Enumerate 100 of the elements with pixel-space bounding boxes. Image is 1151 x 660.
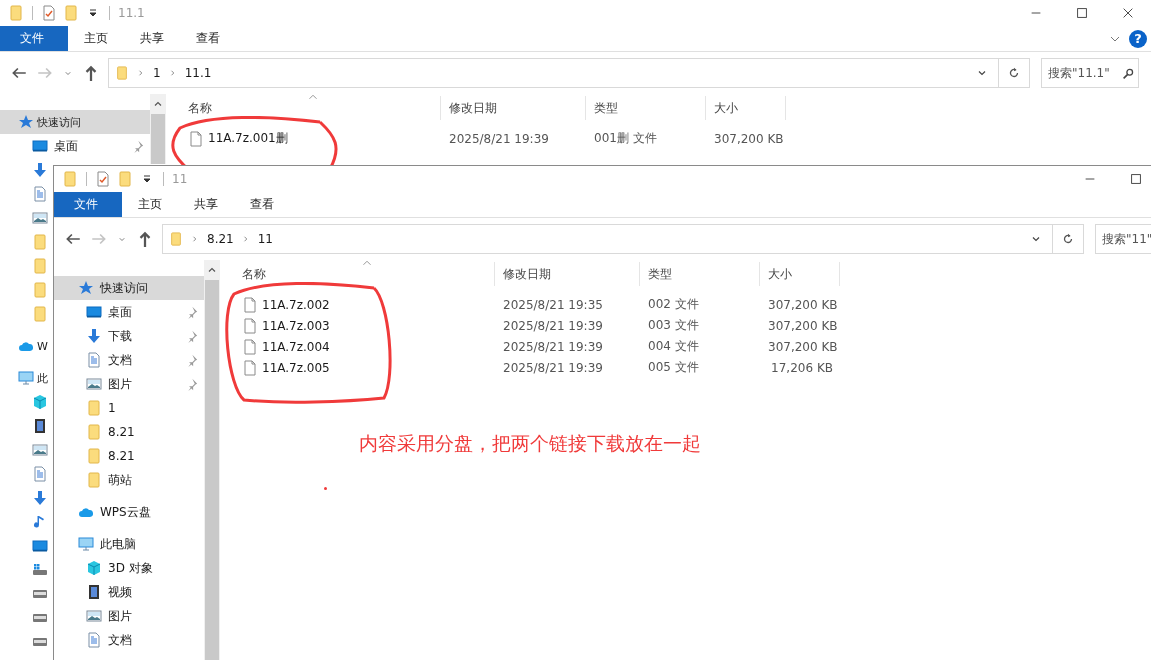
breadcrumb-item[interactable]: 11: [257, 232, 273, 246]
close-icon[interactable]: [1121, 6, 1135, 20]
column-header[interactable]: 名称: [166, 96, 441, 120]
navigation-item[interactable]: 1: [54, 396, 204, 420]
maximize-icon[interactable]: [1075, 6, 1089, 20]
folder-icon: [86, 448, 102, 464]
file-type: 002 文件: [647, 296, 700, 313]
scroll-thumb[interactable]: [151, 114, 165, 164]
navigation-item[interactable]: W: [0, 334, 48, 358]
navigation-item[interactable]: 桌面: [54, 300, 204, 324]
file-size: 307,200 KB: [713, 131, 785, 146]
navigation-item[interactable]: 萌站: [54, 468, 204, 492]
ribbon-tab[interactable]: 查看: [180, 26, 236, 51]
file-name[interactable]: 11A.7z.004: [262, 339, 330, 354]
column-header[interactable]: 类型: [586, 96, 706, 120]
navigation-label: 视频: [108, 583, 132, 601]
navigation-item[interactable]: 8.21: [54, 444, 204, 468]
ribbon-tab[interactable]: 查看: [234, 192, 290, 217]
navigation-label: 8.21: [108, 425, 135, 439]
folder-icon: [32, 306, 48, 322]
column-label: 修改日期: [449, 99, 497, 117]
document-icon: [32, 466, 48, 482]
cube-icon: [86, 560, 102, 576]
annotation-note: 内容采用分盘，把两个链接下载放在一起: [359, 431, 701, 456]
breadcrumb-item[interactable]: 11.1: [184, 66, 212, 80]
refresh-button[interactable]: [1053, 224, 1084, 254]
navigation-label: 8.21: [108, 449, 135, 463]
computer-icon: [78, 536, 94, 552]
navigation-item[interactable]: 图片: [54, 604, 204, 628]
ribbon-tab[interactable]: 共享: [124, 26, 180, 51]
navigation-item[interactable]: 视频: [54, 580, 204, 604]
breadcrumb-item[interactable]: 1: [153, 66, 161, 80]
navigation-item[interactable]: 文档: [54, 628, 204, 652]
checklist-icon[interactable]: [41, 5, 57, 21]
file-name[interactable]: 11A.7z.005: [262, 360, 330, 375]
ribbon-tab[interactable]: 主页: [68, 26, 124, 51]
file-icon: [242, 359, 258, 376]
column-header[interactable]: 修改日期: [495, 262, 640, 286]
scrollbar[interactable]: [150, 94, 166, 164]
navigation-label: 此电脑: [100, 535, 136, 553]
navigation-label: W: [37, 339, 48, 353]
desktop-icon: [86, 304, 102, 320]
column-header[interactable]: 名称: [220, 262, 495, 286]
folder-icon: [32, 258, 48, 274]
refresh-button[interactable]: [999, 58, 1030, 88]
window-title: 11.1: [118, 6, 145, 20]
navigation-item[interactable]: 图片: [54, 372, 204, 396]
navigation-item[interactable]: 此电脑: [54, 532, 204, 556]
navigation-label: 快速访问: [100, 279, 148, 297]
checklist-icon[interactable]: [95, 171, 111, 187]
file-name[interactable]: 11A.7z.003: [262, 318, 330, 333]
ribbon-tab[interactable]: 共享: [178, 192, 234, 217]
scrollbar[interactable]: [204, 260, 220, 660]
column-header[interactable]: 修改日期: [441, 96, 586, 120]
navigation-label: 桌面: [54, 137, 78, 155]
address-bar[interactable]: 1 11.1: [108, 58, 999, 88]
breadcrumb-item[interactable]: 8.21: [207, 232, 234, 246]
file-name[interactable]: 11A.7z.001删: [208, 130, 288, 147]
help-button[interactable]: ?: [1129, 29, 1147, 48]
ribbon-tab[interactable]: 文件: [0, 26, 68, 51]
film-icon: [86, 584, 102, 600]
navigation-item[interactable]: 下载: [54, 324, 204, 348]
navigation-item[interactable]: 8.21: [54, 420, 204, 444]
scroll-thumb[interactable]: [205, 280, 219, 660]
navigation-label: 快速访问: [37, 114, 81, 130]
folder-icon: [86, 424, 102, 440]
file-icon: [188, 130, 204, 147]
file-date: 2025/8/21 19:39: [502, 360, 604, 375]
navigation-item[interactable]: 3D 对象: [54, 556, 204, 580]
picture-icon: [86, 608, 102, 624]
maximize-icon[interactable]: [1129, 172, 1143, 186]
file-date: 2025/8/21 19:39: [502, 318, 604, 333]
document-icon: [86, 352, 102, 368]
navigation-item[interactable]: 快速访问: [0, 110, 150, 134]
download-arrow-icon: [86, 328, 102, 344]
file-date: 2025/8/21 19:39: [448, 131, 550, 146]
navigation-item[interactable]: 此: [0, 366, 48, 390]
window-title: 11: [172, 172, 188, 186]
navigation-item[interactable]: 桌面: [0, 134, 150, 158]
refresh-icon: [1061, 232, 1075, 246]
column-label: 类型: [648, 265, 672, 283]
ribbon-tab[interactable]: 文件: [54, 192, 122, 217]
file-size: 307,200 KB: [767, 339, 839, 354]
navigation-item[interactable]: WPS云盘: [54, 500, 204, 524]
column-header[interactable]: 大小: [706, 96, 786, 120]
search-field[interactable]: 搜索"11": [1095, 224, 1151, 254]
file-type: 001删 文件: [593, 130, 658, 147]
address-bar[interactable]: 8.21 11: [162, 224, 1053, 254]
navigation-label: 1: [108, 401, 116, 415]
column-header[interactable]: 大小: [760, 262, 840, 286]
desktop-icon: [32, 138, 48, 154]
navigation-item[interactable]: 快速访问: [54, 276, 204, 300]
column-header[interactable]: 类型: [640, 262, 760, 286]
star-icon: [18, 114, 34, 130]
document-icon: [32, 186, 48, 202]
file-name[interactable]: 11A.7z.002: [262, 297, 330, 312]
navigation-item[interactable]: 文档: [54, 348, 204, 372]
folder-icon: [115, 65, 129, 81]
ribbon-tab[interactable]: 主页: [122, 192, 178, 217]
picture-icon: [32, 442, 48, 458]
